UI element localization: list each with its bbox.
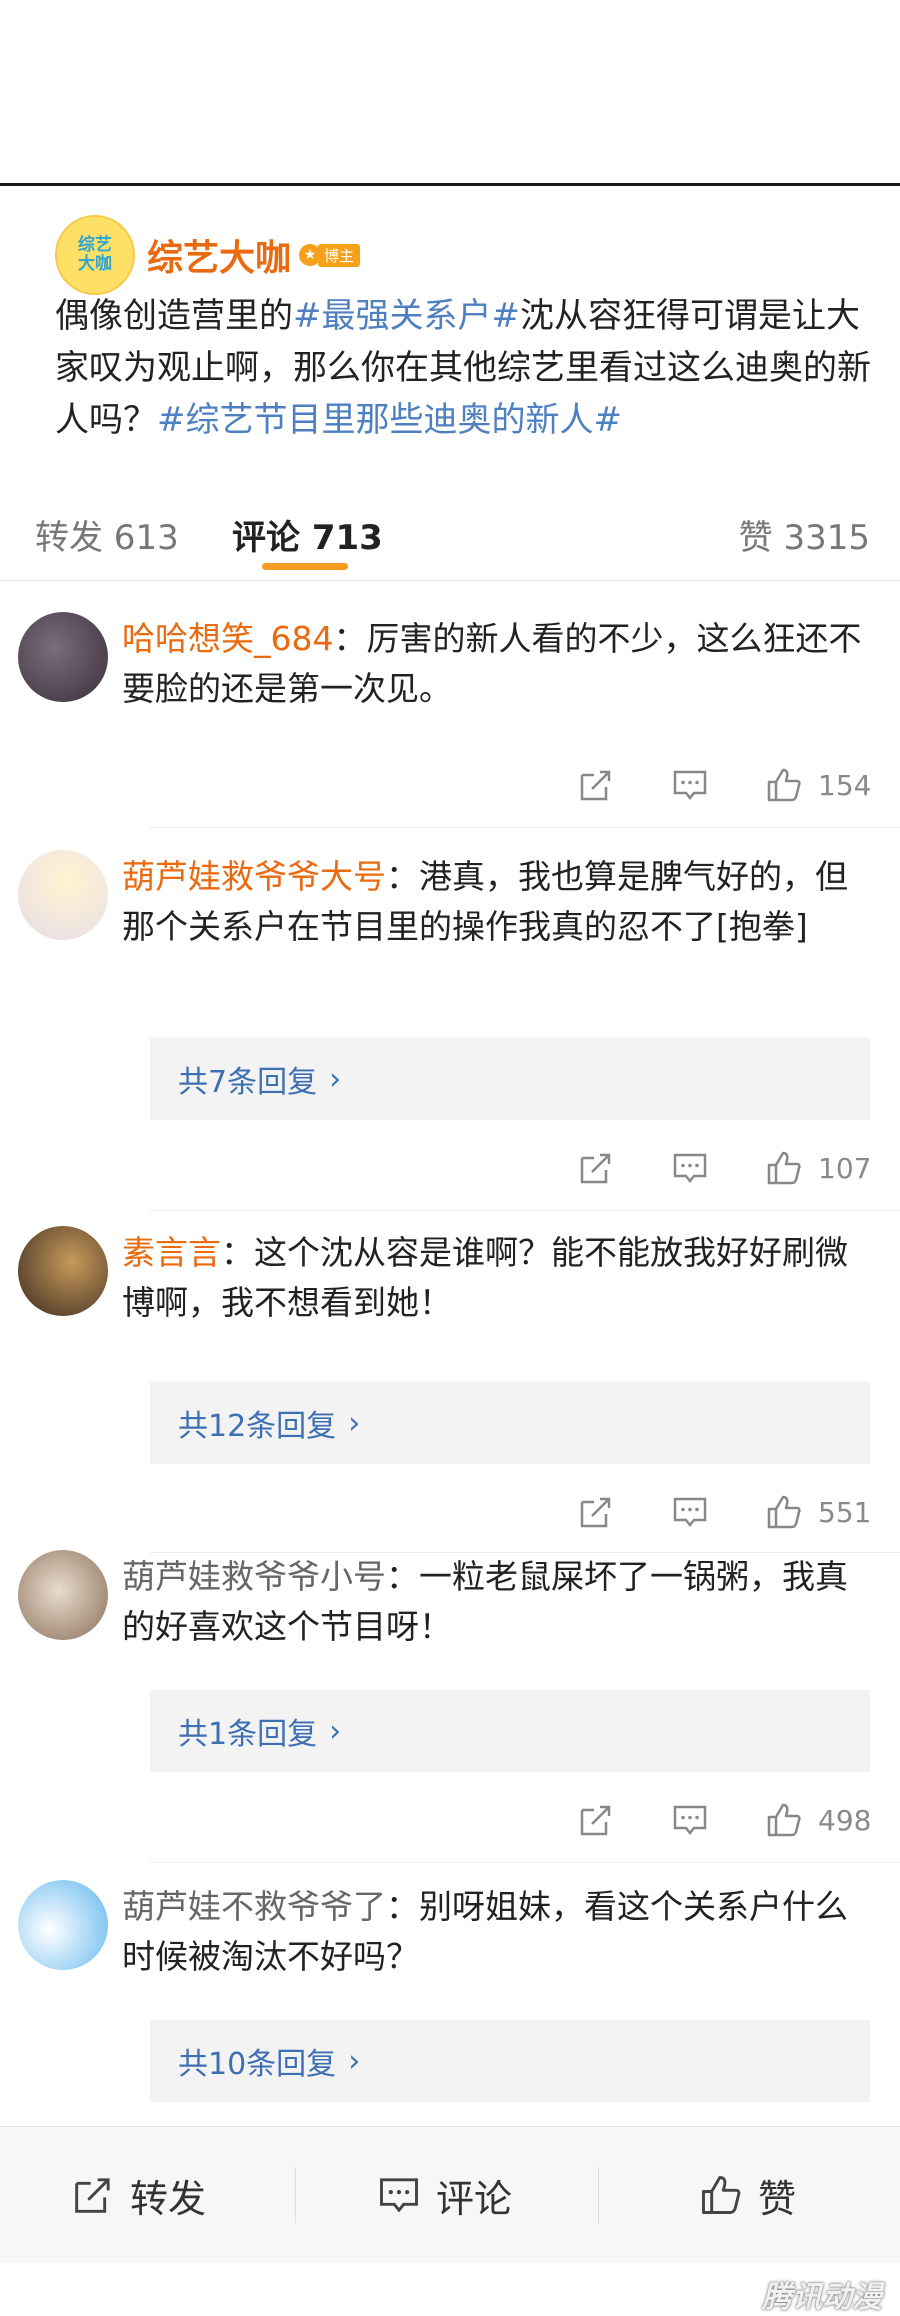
chevron-right-icon: ›: [348, 2043, 361, 2079]
like-icon[interactable]: [766, 767, 802, 803]
comment-text: 葫芦娃不救爷爷了：别呀姐妹，看这个关系户什么时候被淘汰不好吗？: [122, 1882, 862, 1982]
author-name[interactable]: 综艺大咖: [147, 229, 291, 281]
comment-text: 哈哈想笑_684：厉害的新人看的不少，这么狂还不要脸的还是第一次见。: [122, 614, 862, 714]
share-icon[interactable]: [578, 1494, 614, 1530]
comment-actions: 107: [0, 1150, 900, 1190]
blogger-badge: ★ 博主: [299, 243, 361, 267]
like-count: 551: [818, 1496, 872, 1529]
like-icon[interactable]: [766, 1494, 802, 1530]
comment-text: 葫芦娃救爷爷小号：一粒老鼠屎坏了一锅粥，我真的好喜欢这个节目呀！: [122, 1552, 862, 1652]
tabs-divider: [0, 580, 900, 581]
reply-expander[interactable]: 共7条回复 ›: [150, 1038, 870, 1120]
bar-divider: [295, 2167, 296, 2223]
chevron-right-icon: ›: [329, 1061, 342, 1097]
comment-divider: [150, 1862, 900, 1863]
bar-divider: [598, 2167, 599, 2223]
comment-divider: [150, 827, 900, 828]
comment-text: 素言言：这个沈从容是谁啊？能不能放我好好刷微博啊，我不想看到她！: [122, 1228, 862, 1328]
active-tab-indicator: [262, 563, 348, 570]
hashtag-link[interactable]: #综艺节目里那些迪奥的新人#: [157, 400, 622, 440]
share-icon[interactable]: [578, 767, 614, 803]
like-count: 498: [818, 1804, 872, 1837]
status-bar-area: [0, 0, 900, 183]
tab-comment[interactable]: 评论 713: [232, 510, 383, 559]
comment-actions: 551: [0, 1494, 900, 1534]
avatar[interactable]: [18, 1226, 108, 1316]
post-text-1: 偶像创造营里的: [55, 296, 293, 336]
comment-username[interactable]: 葫芦娃救爷爷小号: [122, 1557, 386, 1596]
like-button[interactable]: 赞: [700, 2127, 796, 2263]
comment-username[interactable]: 哈哈想笑_684: [122, 619, 334, 658]
avatar[interactable]: [18, 1880, 108, 1970]
header-divider: [0, 183, 900, 186]
avatar[interactable]: [18, 1550, 108, 1640]
avatar-text-bottom: 大咖: [78, 254, 112, 274]
comment-icon: [380, 2178, 418, 2213]
comment-actions: 498: [0, 1802, 900, 1842]
bottom-action-bar: 转发 评论 赞: [0, 2126, 900, 2263]
tab-like[interactable]: 赞 3315: [739, 510, 870, 559]
reply-expander[interactable]: 共12条回复 ›: [150, 1382, 870, 1464]
repost-button[interactable]: 转发: [72, 2127, 206, 2263]
like-count: 107: [818, 1152, 872, 1185]
watermark-logo: 腾讯动漫: [762, 2280, 882, 2315]
like-icon[interactable]: [766, 1150, 802, 1186]
comment-icon[interactable]: [672, 1150, 708, 1186]
reply-count: 共1条回复: [178, 1717, 318, 1752]
comment-username[interactable]: 葫芦娃救爷爷大号: [122, 857, 386, 896]
post-tabs: 转发 613 评论 713 赞 3315: [0, 490, 900, 580]
share-icon: [75, 2178, 110, 2213]
comment-icon[interactable]: [672, 1802, 708, 1838]
avatar[interactable]: [18, 850, 108, 940]
like-icon: [702, 2176, 741, 2214]
reply-count: 共10条回复: [178, 2047, 337, 2082]
comment-icon[interactable]: [672, 767, 708, 803]
comment-label: 评论: [436, 2176, 513, 2221]
chevron-right-icon: ›: [329, 1713, 342, 1749]
comment-text: 葫芦娃救爷爷大号：港真，我也算是脾气好的，但那个关系户在节目里的操作我真的忍不了…: [122, 852, 862, 952]
like-label: 赞: [758, 2176, 797, 2221]
post-header: 综艺 大咖 综艺大咖 ★ 博主: [55, 215, 361, 295]
comment-username[interactable]: 葫芦娃不救爷爷了: [122, 1887, 386, 1926]
post-body: 偶像创造营里的#最强关系户#沈从容狂得可谓是让大家叹为观止啊，那么你在其他综艺里…: [55, 290, 875, 446]
comment-username[interactable]: 素言言: [122, 1233, 221, 1272]
share-icon[interactable]: [578, 1802, 614, 1838]
reply-count: 共12条回复: [178, 1409, 337, 1444]
share-icon[interactable]: [578, 1150, 614, 1186]
comment-icon[interactable]: [672, 1494, 708, 1530]
comment-button[interactable]: 评论: [378, 2127, 512, 2263]
repost-label: 转发: [130, 2176, 207, 2221]
comment-actions: 154: [0, 767, 900, 807]
avatar[interactable]: 综艺 大咖: [55, 215, 135, 295]
avatar-text-top: 综艺: [78, 235, 112, 255]
like-count: 154: [818, 769, 872, 802]
reply-expander[interactable]: 共10条回复 ›: [150, 2020, 870, 2102]
reply-count: 共7条回复: [178, 1065, 318, 1100]
avatar[interactable]: [18, 612, 108, 702]
hashtag-link[interactable]: #最强关系户#: [293, 296, 520, 336]
chevron-right-icon: ›: [348, 1405, 361, 1441]
like-icon[interactable]: [766, 1802, 802, 1838]
comment-divider: [150, 1210, 900, 1211]
comment-body: ：这个沈从容是谁啊？能不能放我好好刷微博啊，我不想看到她！: [122, 1233, 848, 1322]
reply-expander[interactable]: 共1条回复 ›: [150, 1690, 870, 1772]
tab-repost[interactable]: 转发 613: [35, 510, 179, 559]
badge-label: 博主: [318, 243, 361, 267]
